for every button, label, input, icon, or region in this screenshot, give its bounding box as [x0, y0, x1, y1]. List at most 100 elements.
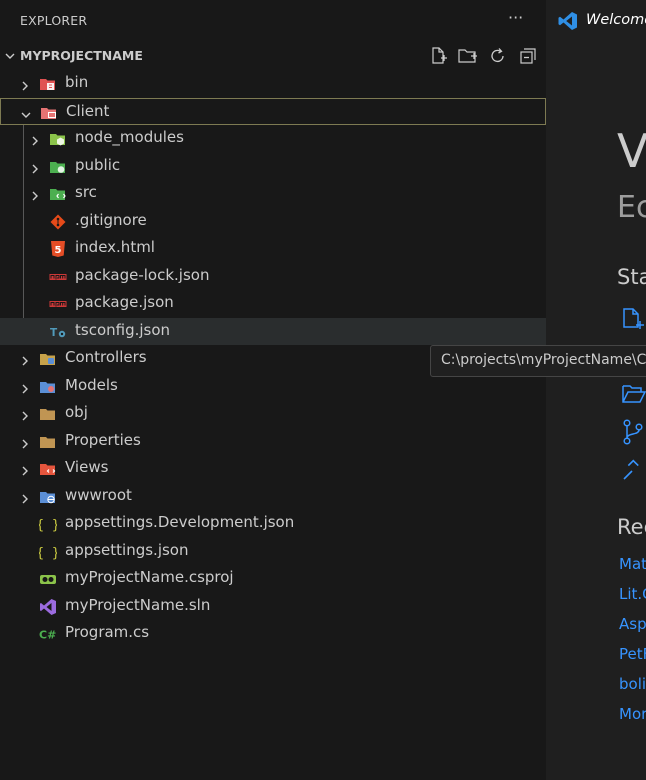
new-file-icon[interactable]	[428, 46, 448, 66]
tree-item-appsettings-json[interactable]: { } appsettings.json	[0, 538, 546, 565]
explorer-header: EXPLORER ···	[0, 0, 546, 42]
tree-item-label: myProjectName.csproj	[65, 568, 234, 586]
workspace-section-header[interactable]: MYPROJECTNAME	[0, 42, 546, 70]
json-braces-icon: { }	[36, 515, 59, 533]
start-heading: Sta	[617, 265, 646, 289]
npm-icon	[49, 295, 67, 313]
controllers-folder-icon	[39, 350, 57, 368]
svg-text:{ }: { }	[39, 518, 57, 533]
chevron-right-icon[interactable]	[19, 407, 31, 426]
csharp-icon: C#	[39, 625, 57, 643]
chevron-down-icon	[5, 53, 15, 59]
new-file-icon[interactable]	[622, 307, 644, 331]
tree-item-label: Client	[66, 101, 110, 120]
tree-item-package-lock-json[interactable]: package-lock.json	[0, 263, 546, 290]
section-actions	[428, 46, 538, 66]
tree-item-label: Views	[65, 458, 109, 476]
tab-bar: Welcome	[546, 0, 646, 42]
welcome-heading: V	[617, 124, 646, 178]
tree-item-label: src	[75, 183, 97, 201]
tree-item-program-cs[interactable]: C# Program.cs	[0, 620, 546, 647]
views-folder-icon	[39, 460, 57, 478]
tree-item-obj[interactable]: obj	[0, 400, 546, 427]
tree-item-label: .gitignore	[75, 210, 147, 229]
explorer-panel: EXPLORER ··· MYPROJECTNAME bin Client node…	[0, 0, 546, 780]
tree-item-node-modules[interactable]: node_modules	[0, 125, 546, 152]
recent-link[interactable]: Asp	[619, 615, 646, 633]
chevron-right-icon[interactable]	[19, 462, 31, 481]
tab-welcome[interactable]: Welcome	[586, 12, 646, 28]
tree-item-appsettings-development-json[interactable]: { } appsettings.Development.json	[0, 510, 546, 537]
git-clone-icon[interactable]	[622, 419, 644, 445]
tree-item-myprojectname-sln[interactable]: myProjectName.sln	[0, 593, 546, 620]
npm-icon	[49, 268, 67, 286]
chevron-down-icon[interactable]	[20, 106, 32, 125]
more-actions-icon[interactable]: ···	[508, 8, 523, 27]
tree-item-label: Controllers	[65, 348, 147, 366]
tree-item-tsconfig-json[interactable]: Ttsconfig.json	[0, 317, 546, 345]
tree-item-label: index.html	[75, 238, 155, 256]
recent-link[interactable]: Mor	[619, 705, 646, 723]
tree-item-label: bin	[65, 73, 89, 91]
recent-link[interactable]: boli	[619, 675, 646, 693]
chevron-right-icon[interactable]	[29, 160, 41, 179]
open-folder-icon[interactable]	[622, 384, 646, 404]
tree-item-label: myProjectName.sln	[65, 595, 211, 614]
models-folder-icon	[39, 378, 57, 396]
tree-item-views[interactable]: Views	[0, 455, 546, 482]
client-folder-icon	[40, 104, 58, 122]
tree-item-wwwroot[interactable]: wwwroot	[0, 483, 546, 510]
chevron-right-icon[interactable]	[19, 380, 31, 399]
html5-icon: 5	[49, 240, 67, 258]
welcome-subheading: Ec	[617, 190, 646, 225]
visual-studio-icon	[39, 598, 57, 616]
recent-link[interactable]: PetF	[619, 645, 646, 663]
tree-item-label: obj	[65, 403, 88, 421]
tree-item-package-json[interactable]: package.json	[0, 290, 546, 317]
chevron-right-icon[interactable]	[19, 490, 31, 509]
chevron-right-icon[interactable]	[19, 435, 31, 454]
path-tooltip: C:\projects\myProjectName\Cli	[430, 345, 646, 377]
tsconfig-icon: T	[49, 323, 67, 341]
svg-text:T: T	[50, 327, 58, 339]
svg-text:5: 5	[55, 245, 62, 256]
tooltip-text: C:\projects\myProjectName\Cli	[441, 352, 646, 368]
folder-icon	[39, 433, 57, 451]
chevron-right-icon[interactable]	[29, 187, 41, 206]
node-modules-folder-icon	[49, 130, 67, 148]
svg-text:{ }: { }	[39, 546, 57, 561]
tree-item-label: Program.cs	[65, 623, 150, 641]
tree-item-label: package.json	[75, 293, 174, 311]
workspace-title: MYPROJECTNAME	[20, 48, 143, 63]
tree-item-label: Properties	[65, 430, 141, 449]
tree-item-label: public	[75, 155, 121, 174]
chevron-right-icon[interactable]	[19, 352, 31, 371]
tree-item-properties[interactable]: Properties	[0, 428, 546, 455]
src-folder-icon	[49, 185, 67, 203]
bin-folder-icon	[39, 75, 57, 93]
tree-item-label: appsettings.json	[65, 540, 189, 559]
chevron-right-icon[interactable]	[29, 132, 41, 151]
folder-icon	[39, 405, 57, 423]
recent-link[interactable]: Mat	[619, 555, 646, 573]
collapse-all-icon[interactable]	[518, 46, 538, 66]
tree-item-label: appsettings.Development.json	[65, 513, 295, 531]
tree-item-label: wwwroot	[65, 485, 132, 504]
tree-item-client[interactable]: Client	[0, 97, 546, 125]
tree-item-src[interactable]: src	[0, 180, 546, 207]
tree-item-public[interactable]: public	[0, 153, 546, 180]
remote-connect-icon[interactable]	[622, 459, 644, 481]
git-icon	[49, 213, 67, 231]
svg-text:C#: C#	[39, 629, 56, 642]
tree-item-gitignore[interactable]: .gitignore	[0, 208, 546, 235]
tree-item-myprojectname-csproj[interactable]: myProjectName.csproj	[0, 565, 546, 592]
wwwroot-folder-icon	[39, 488, 57, 506]
tree-item-bin[interactable]: bin	[0, 70, 546, 97]
vscode-icon	[558, 12, 577, 30]
refresh-icon[interactable]	[488, 46, 508, 66]
tree-item-label: package-lock.json	[75, 265, 210, 284]
new-folder-icon[interactable]	[458, 46, 478, 66]
tree-item-index-html[interactable]: 5 index.html	[0, 235, 546, 262]
recent-link[interactable]: Lit.C	[619, 585, 646, 603]
chevron-right-icon[interactable]	[19, 77, 31, 96]
